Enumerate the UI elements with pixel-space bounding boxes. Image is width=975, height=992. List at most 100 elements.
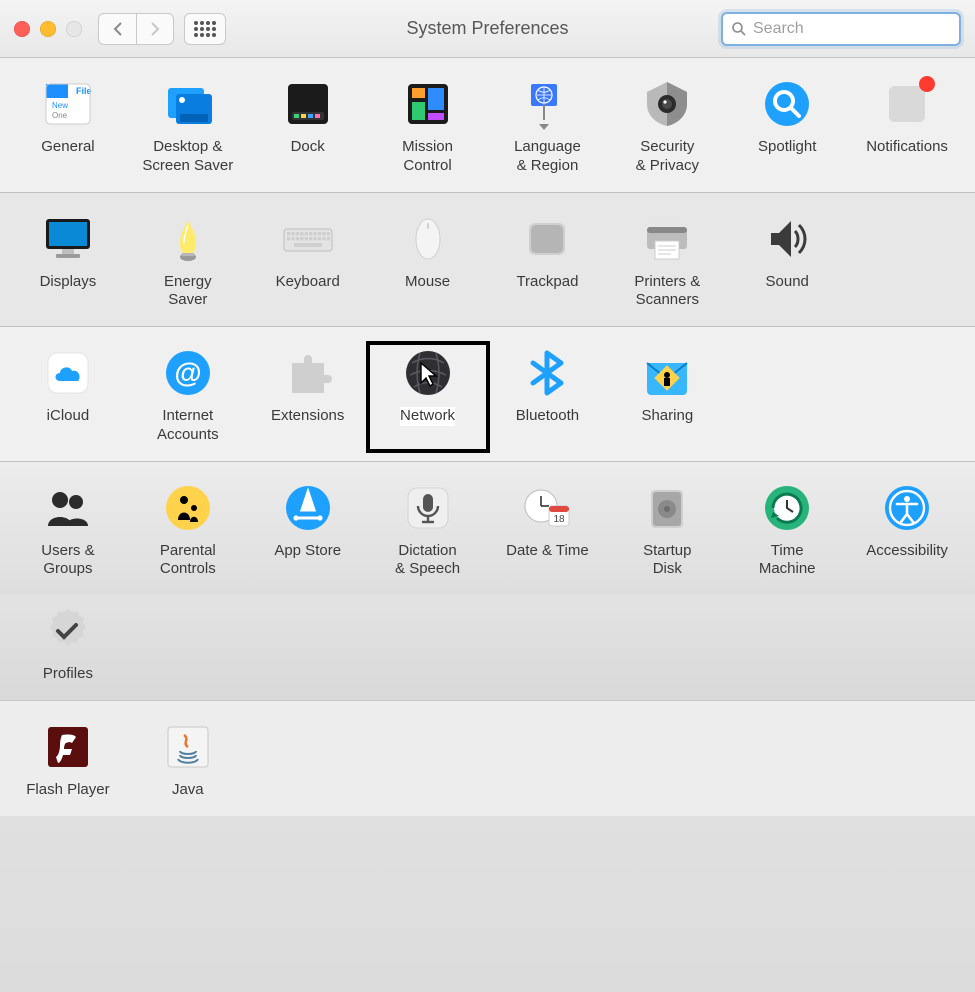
svg-text:New: New bbox=[52, 101, 68, 110]
displays-icon bbox=[42, 213, 94, 265]
mission-icon bbox=[402, 78, 454, 130]
chevron-right-icon bbox=[149, 21, 161, 37]
pref-accessibility[interactable]: Accessibility bbox=[847, 478, 967, 586]
profiles-icon bbox=[42, 605, 94, 657]
window-title: System Preferences bbox=[406, 18, 568, 39]
forward-button[interactable] bbox=[136, 13, 174, 45]
pref-spotlight[interactable]: Spotlight bbox=[727, 74, 847, 182]
back-button[interactable] bbox=[98, 13, 136, 45]
pref-bluetooth[interactable]: Bluetooth bbox=[488, 343, 608, 451]
pref-general[interactable]: FileNewOneGeneral bbox=[8, 74, 128, 182]
printers-icon bbox=[641, 213, 693, 265]
search-icon bbox=[731, 21, 747, 37]
notifications-icon bbox=[881, 78, 933, 130]
sharing-icon bbox=[641, 347, 693, 399]
pref-row-0: FileNewOneGeneralDesktop & Screen SaverD… bbox=[0, 58, 975, 193]
pref-network[interactable]: Network bbox=[368, 343, 488, 451]
pref-flash[interactable]: Flash Player bbox=[8, 717, 128, 806]
pref-label: App Store bbox=[274, 542, 341, 561]
close-window-button[interactable] bbox=[14, 21, 30, 37]
pref-dock[interactable]: Dock bbox=[248, 74, 368, 182]
pref-label: Dictation & Speech bbox=[395, 542, 460, 580]
pref-label: Notifications bbox=[866, 138, 948, 157]
pref-label: Date & Time bbox=[506, 542, 589, 561]
svg-text:File: File bbox=[76, 86, 92, 96]
pref-label: Time Machine bbox=[759, 542, 816, 580]
pref-security[interactable]: Security & Privacy bbox=[607, 74, 727, 182]
pref-notifications[interactable]: Notifications bbox=[847, 74, 967, 182]
pref-label: Internet Accounts bbox=[157, 407, 219, 445]
pref-label: Security & Privacy bbox=[636, 138, 699, 176]
pref-row-3: Users & Groups Parental Controls App Store… bbox=[0, 462, 975, 596]
network-icon bbox=[402, 347, 454, 399]
toolbar: System Preferences bbox=[0, 0, 975, 58]
pref-sound[interactable]: Sound bbox=[727, 209, 847, 317]
pref-label: Trackpad bbox=[516, 273, 578, 292]
pref-java[interactable]: Java bbox=[128, 717, 248, 806]
pref-appstore[interactable]: App Store bbox=[248, 478, 368, 586]
pref-energy[interactable]: Energy Saver bbox=[128, 209, 248, 317]
pref-timemachine[interactable]: Time Machine bbox=[727, 478, 847, 586]
traffic-lights bbox=[14, 21, 82, 37]
pref-label: Mouse bbox=[405, 273, 450, 292]
dictation-icon bbox=[402, 482, 454, 534]
parental-icon bbox=[162, 482, 214, 534]
pref-label: Language & Region bbox=[514, 138, 581, 176]
pref-users[interactable]: Users & Groups bbox=[8, 478, 128, 586]
pref-mission[interactable]: Mission Control bbox=[368, 74, 488, 182]
appstore-icon bbox=[282, 482, 334, 534]
mouse-icon bbox=[402, 213, 454, 265]
pref-startup[interactable]: Startup Disk bbox=[607, 478, 727, 586]
pref-desktop[interactable]: Desktop & Screen Saver bbox=[128, 74, 248, 182]
pref-row-4: Profiles bbox=[0, 595, 975, 701]
pref-label: Network bbox=[400, 407, 455, 426]
internet-icon: @ bbox=[162, 347, 214, 399]
svg-text:@: @ bbox=[174, 357, 201, 388]
pref-label: Spotlight bbox=[758, 138, 816, 157]
datetime-icon: 18 bbox=[521, 482, 573, 534]
badge-icon bbox=[919, 76, 935, 92]
pref-displays[interactable]: Displays bbox=[8, 209, 128, 317]
pref-keyboard[interactable]: Keyboard bbox=[248, 209, 368, 317]
pref-mouse[interactable]: Mouse bbox=[368, 209, 488, 317]
search-input[interactable] bbox=[753, 20, 951, 38]
pref-parental[interactable]: Parental Controls bbox=[128, 478, 248, 586]
pref-label: Flash Player bbox=[26, 781, 109, 800]
pref-row-1: Displays Energy Saver Keyboard Mouse Trackpa… bbox=[0, 193, 975, 328]
pref-datetime[interactable]: 18 Date & Time bbox=[488, 478, 608, 586]
accessibility-icon bbox=[881, 482, 933, 534]
pref-icloud[interactable]: iCloud bbox=[8, 343, 128, 451]
java-icon bbox=[162, 721, 214, 773]
pref-printers[interactable]: Printers & Scanners bbox=[607, 209, 727, 317]
pref-trackpad[interactable]: Trackpad bbox=[488, 209, 608, 317]
pref-internet[interactable]: @ Internet Accounts bbox=[128, 343, 248, 451]
pref-label: Parental Controls bbox=[160, 542, 216, 580]
pref-label: Java bbox=[172, 781, 204, 800]
minimize-window-button[interactable] bbox=[40, 21, 56, 37]
pref-label: Accessibility bbox=[866, 542, 948, 561]
pref-label: Startup Disk bbox=[643, 542, 691, 580]
chevron-left-icon bbox=[112, 21, 124, 37]
pref-row-2: iCloud @ Internet Accounts Extensions Networ… bbox=[0, 327, 975, 462]
security-icon bbox=[641, 78, 693, 130]
search-field[interactable] bbox=[721, 12, 961, 46]
keyboard-icon bbox=[282, 213, 334, 265]
pref-label: Dock bbox=[291, 138, 325, 157]
energy-icon bbox=[162, 213, 214, 265]
pref-extensions[interactable]: Extensions bbox=[248, 343, 368, 451]
general-icon: FileNewOne bbox=[42, 78, 94, 130]
pref-label: Desktop & Screen Saver bbox=[142, 138, 233, 176]
zoom-window-button[interactable] bbox=[66, 21, 82, 37]
pref-label: Energy Saver bbox=[164, 273, 212, 311]
show-all-button[interactable] bbox=[184, 13, 226, 45]
flash-icon bbox=[42, 721, 94, 773]
timemachine-icon bbox=[761, 482, 813, 534]
pref-dictation[interactable]: Dictation & Speech bbox=[368, 478, 488, 586]
pref-label: Printers & Scanners bbox=[634, 273, 700, 311]
pref-sharing[interactable]: Sharing bbox=[607, 343, 727, 451]
pref-profiles[interactable]: Profiles bbox=[8, 601, 128, 690]
nav-buttons bbox=[98, 13, 174, 45]
pref-label: Sharing bbox=[641, 407, 693, 426]
spotlight-icon bbox=[761, 78, 813, 130]
pref-language[interactable]: Language & Region bbox=[488, 74, 608, 182]
